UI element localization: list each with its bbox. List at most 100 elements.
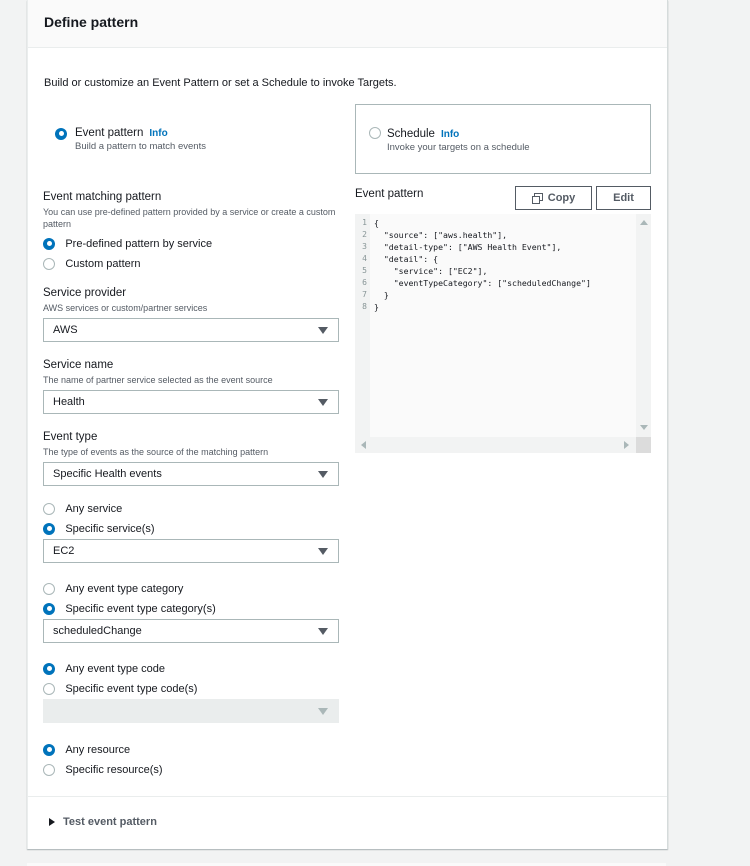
caret-down-icon — [318, 399, 328, 406]
option-label: Specific resource(s) — [65, 763, 163, 776]
code-line: "detail-type": ["AWS Health Event"], — [374, 242, 562, 252]
specific-category-select[interactable]: scheduledChange — [43, 619, 339, 643]
service-provider-label: Service provider — [43, 287, 127, 299]
select-value: Health — [53, 396, 85, 408]
info-link[interactable]: Info — [441, 129, 459, 140]
test-event-pattern-toggle[interactable]: Test event pattern — [49, 816, 157, 828]
event-type-label: Event type — [43, 431, 98, 443]
caret-down-icon — [318, 471, 328, 478]
service-name-label: Service name — [43, 359, 114, 371]
option-specific-code[interactable]: Specific event type code(s) — [43, 681, 197, 695]
code-editor[interactable]: 1 2 3 4 5 6 7 8 { "source": ["aws.health… — [355, 214, 651, 453]
option-label: Pre-defined pattern by service — [65, 237, 213, 250]
event-matching-label: Event matching pattern — [43, 191, 162, 203]
vertical-scrollbar[interactable] — [636, 214, 651, 437]
specific-code-select — [43, 699, 339, 723]
edit-button[interactable]: Edit — [596, 186, 651, 210]
copy-icon — [531, 193, 543, 205]
define-pattern-panel: Define pattern Build or customize an Eve… — [27, 0, 668, 849]
code-line: "eventTypeCategory": ["scheduledChange"] — [374, 278, 591, 288]
radio[interactable] — [43, 743, 55, 756]
panel-description: Build or customize an Event Pattern or s… — [44, 77, 397, 89]
scroll-down-icon[interactable] — [640, 425, 648, 430]
radio[interactable] — [43, 602, 55, 615]
scroll-left-icon[interactable] — [361, 441, 366, 449]
radio[interactable] — [43, 522, 55, 535]
code-line: } — [374, 290, 389, 300]
option-specific-resource[interactable]: Specific resource(s) — [43, 762, 163, 776]
code-area[interactable]: { "source": ["aws.health"], "detail-type… — [370, 214, 636, 437]
code-line: "source": ["aws.health"], — [374, 230, 508, 240]
option-specific-service[interactable]: Specific service(s) — [43, 521, 155, 535]
select-value: scheduledChange — [53, 625, 142, 637]
option-label: Any event type category — [65, 582, 184, 595]
option-label: Any service — [65, 502, 123, 515]
select-value: AWS — [53, 324, 78, 336]
option-label: Any event type code — [65, 662, 166, 675]
scrollbar-corner — [636, 437, 651, 453]
radio[interactable] — [43, 237, 55, 250]
radio[interactable] — [43, 582, 55, 595]
line-number: 5 — [362, 266, 367, 275]
panel-header: Define pattern — [28, 0, 667, 48]
option-label: Any resource — [65, 743, 131, 756]
scroll-right-icon[interactable] — [624, 441, 629, 449]
code-line: { — [374, 218, 379, 228]
copy-button[interactable]: Copy — [515, 186, 592, 210]
option-any-code[interactable]: Any event type code — [43, 661, 165, 675]
code-line: "detail": { — [374, 254, 439, 264]
info-link[interactable]: Info — [149, 128, 167, 139]
tile-event-pattern[interactable]: Event pattern Info Build a pattern to mat… — [55, 124, 206, 152]
option-any-category[interactable]: Any event type category — [43, 581, 183, 595]
service-name-select[interactable]: Health — [43, 390, 339, 414]
code-line: "service": ["EC2"], — [374, 266, 488, 276]
event-type-sub: The type of events as the source of the … — [43, 447, 269, 457]
line-number: 1 — [362, 218, 367, 227]
radio[interactable] — [43, 763, 55, 776]
option-any-resource[interactable]: Any resource — [43, 742, 130, 756]
divider — [28, 796, 667, 797]
tile-sub: Build a pattern to match events — [75, 141, 206, 152]
option-any-service[interactable]: Any service — [43, 501, 122, 515]
panel-title: Define pattern — [44, 14, 139, 30]
edit-label: Edit — [613, 192, 634, 204]
select-value: EC2 — [53, 545, 75, 557]
service-name-sub: The name of partner service selected as … — [43, 375, 273, 385]
tile-schedule[interactable]: Schedule Info Invoke your targets on a sc… — [355, 104, 651, 174]
caret-down-icon — [318, 327, 328, 334]
radio[interactable] — [43, 662, 55, 675]
line-number: 8 — [362, 302, 367, 311]
code-line: } — [374, 302, 379, 312]
option-specific-category[interactable]: Specific event type category(s) — [43, 601, 216, 615]
event-pattern-label: Event pattern — [355, 188, 424, 200]
line-number: 3 — [362, 242, 367, 251]
option-label: Specific service(s) — [65, 522, 155, 535]
line-number: 2 — [362, 230, 367, 239]
service-provider-sub: AWS services or custom/partner services — [43, 303, 208, 313]
tile-label: Event pattern — [75, 127, 144, 139]
radio[interactable] — [43, 257, 55, 270]
service-provider-select[interactable]: AWS — [43, 318, 339, 342]
option-label: Specific event type code(s) — [65, 682, 198, 695]
test-section-label: Test event pattern — [63, 816, 157, 828]
schedule-radio[interactable] — [369, 127, 381, 139]
option-predefined[interactable]: Pre-defined pattern by service — [43, 236, 212, 250]
event-pattern-radio[interactable] — [55, 127, 67, 140]
option-custom[interactable]: Custom pattern — [43, 256, 141, 270]
line-gutter: 1 2 3 4 5 6 7 8 — [355, 214, 370, 437]
radio[interactable] — [43, 682, 55, 695]
horizontal-scrollbar[interactable] — [355, 437, 636, 453]
caret-right-icon — [49, 818, 55, 827]
scroll-up-icon[interactable] — [640, 220, 648, 225]
select-value: Specific Health events — [53, 468, 162, 480]
event-type-select[interactable]: Specific Health events — [43, 462, 339, 486]
copy-label: Copy — [547, 192, 576, 204]
line-number: 4 — [362, 254, 367, 263]
specific-service-select[interactable]: EC2 — [43, 539, 339, 563]
radio[interactable] — [43, 502, 55, 515]
tile-label: Schedule — [387, 128, 435, 140]
caret-down-icon — [318, 708, 328, 715]
tile-sub: Invoke your targets on a schedule — [387, 142, 530, 153]
option-label: Specific event type category(s) — [65, 602, 216, 615]
line-number: 7 — [362, 290, 367, 299]
